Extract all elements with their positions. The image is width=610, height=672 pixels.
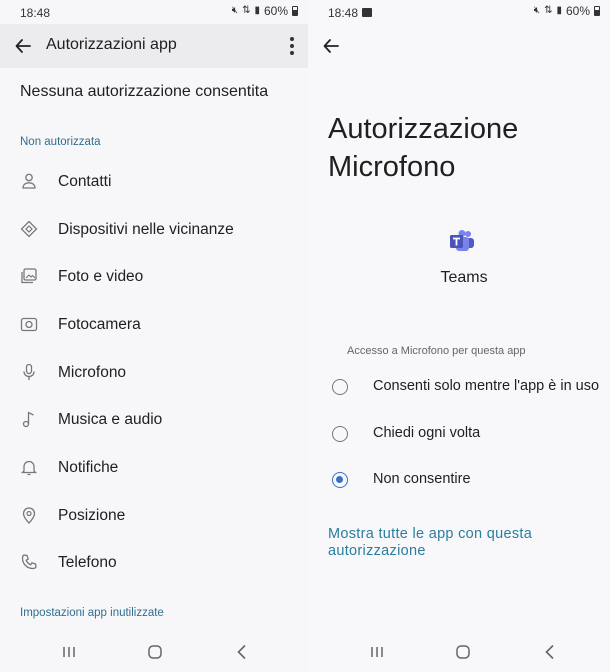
radio-button-selected[interactable] xyxy=(332,472,348,488)
battery-percent: 60% xyxy=(263,4,288,18)
permission-item-phone[interactable]: Telefono xyxy=(0,540,308,584)
system-nav-bar xyxy=(0,632,308,672)
permission-item-location[interactable]: Posizione xyxy=(0,493,308,537)
photos-icon xyxy=(21,268,37,284)
status-bar: 18:48 🔇︎ ⇅ ▮ 60% xyxy=(0,0,308,24)
access-section-header: Accesso a Microfono per questa app xyxy=(347,345,526,357)
recent-apps-icon[interactable] xyxy=(367,642,387,662)
bell-icon xyxy=(20,460,38,476)
person-icon xyxy=(22,173,36,189)
gallery-notification-icon xyxy=(362,8,372,17)
page-title: Autorizzazione Microfono xyxy=(328,113,519,183)
option-label: Non consentire xyxy=(373,471,471,487)
option-allow-while-in-use[interactable]: Consenti solo mentre l'app è in uso xyxy=(308,365,610,409)
microphone-icon xyxy=(23,363,35,380)
radio-button[interactable] xyxy=(332,379,348,395)
app-permissions-screen: 18:48 🔇︎ ⇅ ▮ 60% Autorizzazioni app Ness… xyxy=(0,0,308,672)
permission-label: Fotocamera xyxy=(58,316,141,333)
section-header-not-authorized: Non autorizzata xyxy=(20,136,101,148)
permission-label: Contatti xyxy=(58,173,112,190)
permission-item-microphone[interactable]: Microfono xyxy=(0,350,308,394)
permission-item-contacts[interactable]: Contatti xyxy=(0,159,308,203)
status-time: 18:48 xyxy=(20,6,51,20)
mute-icon: 🔇︎ xyxy=(533,5,541,16)
permission-item-photos[interactable]: Foto e video xyxy=(0,254,308,298)
permission-item-nearby-devices[interactable]: Dispositivi nelle vicinanze xyxy=(0,207,308,251)
status-icons: 🔇︎ ⇅ ▮ 60% xyxy=(534,4,600,18)
battery-icon xyxy=(292,6,298,16)
battery-percent: 60% xyxy=(565,4,590,18)
network-5g-icon: ⇅ xyxy=(242,5,251,16)
back-arrow-icon[interactable] xyxy=(322,37,340,55)
option-label: Chiedi ogni volta xyxy=(373,425,481,441)
permission-label: Musica e audio xyxy=(58,411,163,428)
option-ask-every-time[interactable]: Chiedi ogni volta xyxy=(308,412,610,456)
permission-label: Foto e video xyxy=(58,268,144,285)
mute-icon: 🔇︎ xyxy=(231,5,239,16)
phone-icon xyxy=(21,554,37,570)
nav-back-icon[interactable] xyxy=(540,642,560,662)
section-header-unused-apps: Impostazioni app inutilizzate xyxy=(20,607,164,619)
location-pin-icon xyxy=(22,507,36,524)
option-dont-allow[interactable]: Non consentire xyxy=(308,458,610,502)
page-title: Autorizzazioni app xyxy=(46,36,177,53)
permission-label: Dispositivi nelle vicinanze xyxy=(58,221,234,238)
nav-back-icon[interactable] xyxy=(232,642,252,662)
status-bar: 18:48 🔇︎ ⇅ ▮ 60% xyxy=(308,0,610,24)
more-options-icon[interactable] xyxy=(286,36,298,56)
show-all-apps-link[interactable]: Mostra tutte le app con questa autorizza… xyxy=(328,526,598,560)
network-5g-icon: ⇅ xyxy=(544,5,553,16)
radio-button[interactable] xyxy=(332,426,348,442)
back-arrow-icon[interactable] xyxy=(14,37,32,55)
battery-icon xyxy=(594,6,600,16)
permission-label: Notifiche xyxy=(58,459,119,476)
status-time: 18:48 xyxy=(328,6,359,20)
microphone-permission-screen: 18:48 🔇︎ ⇅ ▮ 60% Autorizzazione Microfon… xyxy=(308,0,610,672)
nearby-devices-icon xyxy=(20,220,38,238)
permission-item-notifications[interactable]: Notifiche xyxy=(0,445,308,489)
home-icon[interactable] xyxy=(453,642,473,662)
top-app-bar: Autorizzazioni app xyxy=(0,24,308,68)
app-name: Teams xyxy=(440,269,488,286)
recent-apps-icon[interactable] xyxy=(59,642,79,662)
permission-item-camera[interactable]: Fotocamera xyxy=(0,302,308,346)
camera-icon xyxy=(20,317,38,332)
music-note-icon xyxy=(22,411,34,428)
home-icon[interactable] xyxy=(145,642,165,662)
permission-label: Telefono xyxy=(58,554,117,571)
signal-icon: ▮ xyxy=(556,5,562,16)
teams-app-icon xyxy=(450,230,474,251)
permission-item-music-audio[interactable]: Musica e audio xyxy=(0,397,308,441)
allowed-section-empty-text: Nessuna autorizzazione consentita xyxy=(20,83,269,100)
permission-label: Microfono xyxy=(58,364,127,381)
status-icons: 🔇︎ ⇅ ▮ 60% xyxy=(232,4,298,18)
signal-icon: ▮ xyxy=(254,5,260,16)
option-label: Consenti solo mentre l'app è in uso xyxy=(373,378,600,394)
permission-label: Posizione xyxy=(58,507,126,524)
system-nav-bar xyxy=(308,632,610,672)
